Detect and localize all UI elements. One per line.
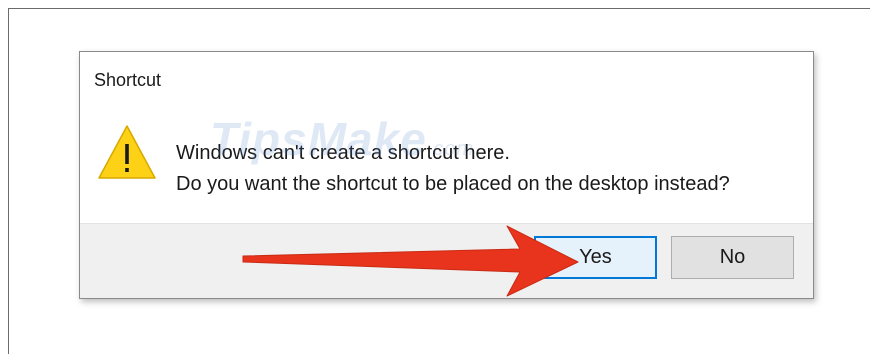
yes-button[interactable]: Yes [534, 236, 657, 279]
warning-icon [98, 125, 156, 179]
no-button[interactable]: No [671, 236, 794, 279]
dialog-button-bar: Yes No [80, 223, 813, 298]
dialog-message: Windows can't create a shortcut here. Do… [176, 138, 730, 200]
shortcut-dialog: Shortcut Windows can't create a shortcut… [79, 51, 814, 299]
message-line-1: Windows can't create a shortcut here. [176, 142, 510, 164]
dialog-content: Windows can't create a shortcut here. Do… [80, 112, 813, 224]
dialog-title: Shortcut [94, 70, 162, 90]
message-line-2: Do you want the shortcut to be placed on… [176, 173, 730, 195]
